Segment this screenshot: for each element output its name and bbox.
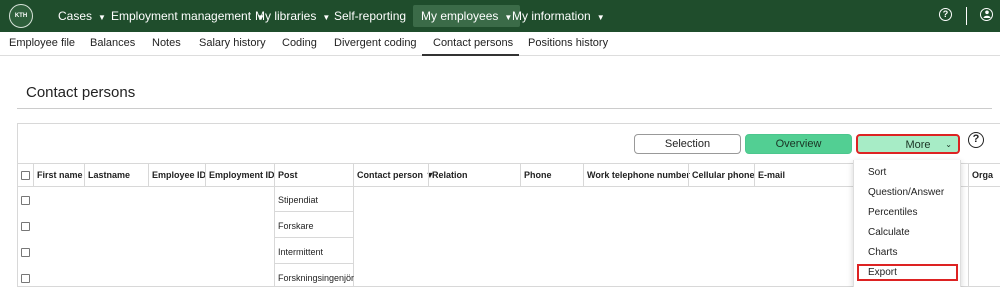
column-divider [688, 164, 689, 187]
top-navigation-bar: KTH Cases ▼ Employment management ▼ My lib… [0, 0, 1000, 32]
row-divider [274, 211, 354, 212]
menu-item-calculate[interactable]: Calculate [868, 227, 910, 238]
column-header-post[interactable]: Post [278, 170, 298, 180]
tab-salary-history[interactable]: Salary history [199, 37, 266, 49]
column-header-organisation[interactable]: Orga [972, 170, 993, 180]
column-divider [84, 164, 85, 187]
select-all-checkbox[interactable] [21, 171, 30, 180]
column-header-employment-id[interactable]: Employment ID [209, 170, 275, 180]
tab-coding[interactable]: Coding [282, 37, 317, 49]
menu-item-percentiles[interactable]: Percentiles [868, 207, 917, 218]
user-glyph-icon [983, 10, 990, 18]
column-divider [353, 164, 354, 287]
selection-button[interactable]: Selection [634, 134, 741, 154]
overview-button[interactable]: Overview [745, 134, 852, 154]
menu-item-sort[interactable]: Sort [868, 167, 886, 178]
tab-divergent-coding[interactable]: Divergent coding [334, 37, 417, 49]
tab-notes[interactable]: Notes [152, 37, 181, 49]
column-divider [583, 164, 584, 187]
column-header-cellular-phone[interactable]: Cellular phone [692, 170, 755, 180]
column-divider [428, 164, 429, 187]
kth-logo[interactable]: KTH [9, 4, 33, 28]
column-header-work-telephone-number[interactable]: Work telephone number [587, 170, 690, 180]
row-checkbox[interactable] [21, 222, 30, 231]
column-divider [274, 164, 275, 287]
column-header-employee-id[interactable]: Employee ID [152, 170, 206, 180]
nav-item-my-information[interactable]: My information ▼ [504, 5, 613, 27]
row-checkbox[interactable] [21, 196, 30, 205]
column-header-contact-person[interactable]: Contact person ▼ [357, 170, 434, 180]
tab-balances[interactable]: Balances [90, 37, 135, 49]
active-tab-indicator [422, 54, 519, 56]
tab-employee-file[interactable]: Employee file [9, 37, 75, 49]
question-circle-icon[interactable]: ? [939, 8, 952, 21]
page-title: Contact persons [26, 84, 136, 101]
menu-item-question-answer[interactable]: Question/Answer [868, 187, 944, 198]
column-divider [754, 164, 755, 187]
user-circle-icon[interactable] [980, 8, 993, 21]
caret-down-icon: ▼ [596, 13, 605, 22]
chevron-down-icon: ⌄ [945, 140, 952, 149]
column-header-email[interactable]: E-mail [758, 170, 785, 180]
menu-item-export[interactable]: Export [868, 267, 897, 278]
column-divider [968, 164, 969, 287]
column-divider [520, 164, 521, 187]
post-cell: Forskningsingenjör [278, 273, 355, 283]
row-checkbox[interactable] [21, 248, 30, 257]
nav-divider [966, 7, 967, 25]
post-cell: Intermittent [278, 247, 324, 257]
row-divider [274, 263, 354, 264]
column-divider [33, 164, 34, 187]
help-icon[interactable]: ? [968, 132, 984, 148]
row-divider [274, 237, 354, 238]
post-cell: Forskare [278, 221, 314, 231]
menu-item-charts[interactable]: Charts [868, 247, 897, 258]
column-header-phone[interactable]: Phone [524, 170, 552, 180]
more-button[interactable]: More ⌄ [856, 134, 960, 154]
column-divider [205, 164, 206, 187]
post-cell: Stipendiat [278, 195, 319, 205]
column-header-relation[interactable]: Relation [432, 170, 468, 180]
column-divider [148, 164, 149, 187]
tab-positions-history[interactable]: Positions history [528, 37, 608, 49]
tab-contact-persons[interactable]: Contact persons [433, 37, 513, 49]
column-header-first-name[interactable]: First name [37, 170, 83, 180]
column-header-lastname[interactable]: Lastname [88, 170, 130, 180]
title-divider [17, 108, 992, 109]
row-checkbox[interactable] [21, 274, 30, 283]
nav-item-my-libraries[interactable]: My libraries ▼ [247, 5, 338, 27]
